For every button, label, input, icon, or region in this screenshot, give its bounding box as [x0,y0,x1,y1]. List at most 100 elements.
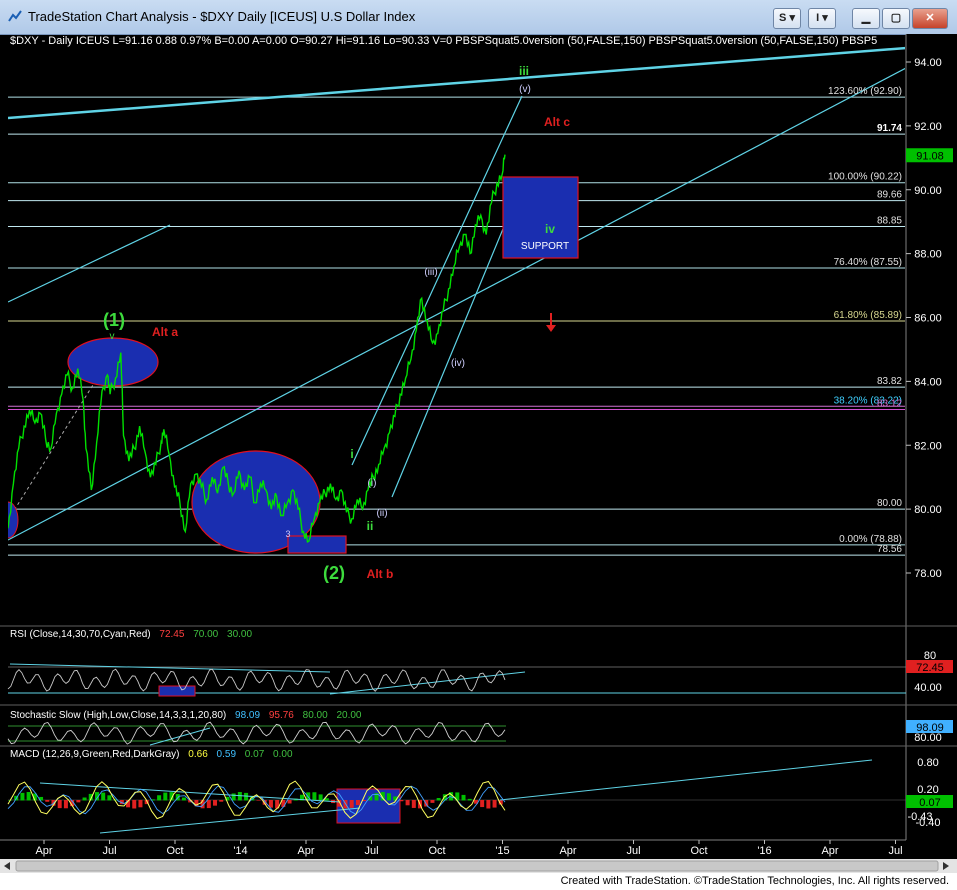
fib-label-1: 100.00% (90.22) [828,172,902,183]
time-tick-10: Oct [690,845,707,857]
time-tick-3: '14 [233,845,247,857]
price-tick-4: 86.00 [914,313,942,325]
macd-histogram-bar [492,800,497,808]
price-tick-2: 90.00 [914,185,942,197]
wave-label-ii: ii [367,519,374,533]
macd-histogram-bar [163,792,168,801]
wave-label-iii: iii [519,64,529,78]
macd-histogram-bar [386,793,391,801]
time-tick-8: Apr [559,845,576,857]
macd-histogram-bar [107,795,112,801]
macd-histogram-bar [181,797,186,801]
macd-histogram-bar [411,800,416,808]
time-tick-11: '16 [757,845,771,857]
macd-histogram-bar [256,800,261,801]
down-arrow-icon [546,313,556,332]
macd-legend-v1: 0.66 [188,749,208,760]
price-tick-5: 84.00 [914,376,942,388]
wave-label-2: (2) [323,563,345,583]
alt-a-label: Alt a [152,325,178,339]
support-label: SUPPORT [521,241,569,252]
copyright-text: Created with TradeStation. ©TradeStation… [560,875,949,887]
macd-histogram-bar [206,800,211,809]
stoch-legend-v2: 95.76 [269,710,294,721]
rsi-last-value: 72.45 [916,662,944,674]
macd-histogram-bar [231,793,236,801]
stochastic-pane[interactable]: Stochastic Slow (High,Low,Close,14,3,3,1… [7,710,953,746]
rsi-pane[interactable]: RSI (Close,14,30,70,Cyan,Red) 72.45 70.0… [7,629,953,697]
price-level-label-4: 83.12 [877,398,902,409]
macd-histogram-bar [355,800,360,806]
time-tick-4: Apr [297,845,314,857]
price-level-label-5: 80.00 [877,498,902,509]
svg-text:RSI (Close,14,30,70,Cyan,Red): RSI (Close,14,30,70,Cyan,Red) 72.45 70.0… [10,629,252,640]
macd-histogram-bar [57,800,62,809]
stoch-legend-name: Stochastic Slow (High,Low,Close,14,3,3,1… [10,710,226,721]
rsi-legend-v3: 30.00 [227,629,252,640]
price-tick-8: 78.00 [914,568,942,580]
time-tick-7: '15 [495,845,509,857]
alt-c-label: Alt c [544,115,570,129]
footer: Created with TradeStation. ©TradeStation… [0,873,957,890]
price-pane[interactable] [0,46,906,556]
long-term-support-trendline[interactable] [8,67,906,541]
interval-link-label: I [816,12,820,24]
macd-histogram-bar [76,800,81,803]
price-tick-7: 80.00 [914,504,942,516]
wave-label-i-minor: (i) [368,478,377,489]
symbol-link-button[interactable]: S ▾ [773,8,801,29]
macd-histogram-bar [349,800,354,808]
macd-tick-neg040: -0.40 [915,817,940,829]
macd-histogram-bar [430,800,435,803]
price-tick-3: 88.00 [914,249,942,261]
interval-link-button[interactable]: I ▾ [808,8,836,29]
stoch-legend-v1: 98.09 [235,710,260,721]
macd-pane[interactable]: MACD (12,26,9,Green,Red,DarkGray) 0.66 0… [7,749,953,834]
macd-histogram-bar [405,800,410,806]
close-button[interactable]: ✕ [912,8,948,29]
price-level-label-2: 88.85 [877,215,902,226]
macd-histogram-bar [157,795,162,801]
rsi-line[interactable] [7,668,506,692]
macd-last-value: 0.07 [919,797,940,809]
symbol-info-line: $DXY - Daily ICEUS L=91.16 0.88 0.97% B=… [10,35,877,47]
macd-histogram-bar [213,800,218,806]
wave-label-i: i [350,447,353,461]
close-icon: ✕ [925,12,935,24]
stoch-tick-80: 80.00 [914,732,942,744]
long-term-upper-trendline[interactable] [8,46,906,120]
svg-text:Stochastic Slow (High,Low,Clos: Stochastic Slow (High,Low,Close,14,3,3,1… [10,710,362,721]
time-tick-13: Jul [888,845,902,857]
macd-histogram-bar [45,800,50,802]
scrollbar-thumb[interactable] [15,860,939,872]
window-title: TradeStation Chart Analysis - $DXY Daily… [28,9,416,24]
price-tick-6: 82.00 [914,440,942,452]
macd-histogram-bar [461,794,466,801]
macd-histogram-bar [237,792,242,801]
time-axis: Apr Jul Oct '14 Apr Jul Oct '15 Apr Jul Oct '16 Apr J… [35,840,903,857]
wave-label-iii-minor: (iii) [424,267,437,278]
chart-area[interactable]: $DXY - Daily ICEUS L=91.16 0.88 0.97% B=… [0,34,957,873]
macd-histogram-bar [480,800,485,808]
tradestation-app-icon [8,10,22,22]
early-channel-trendline[interactable] [8,224,171,303]
macd-histogram-bar [82,797,87,801]
macd-histogram-bar [287,800,292,804]
dropdown-arrow-icon: ▾ [789,12,795,24]
wave-2-low-box [287,535,347,554]
horizontal-scrollbar[interactable] [0,859,957,873]
time-tick-1: Jul [102,845,116,857]
macd-histogram-bar [63,800,68,809]
time-tick-2: Oct [166,845,183,857]
maximize-icon: ▢ [890,12,902,24]
macd-histogram-bar [318,794,323,801]
macd-legend-v2: 0.59 [217,749,237,760]
svg-text:MACD (12,26,9,Green,Red,DarkGr: MACD (12,26,9,Green,Red,DarkGray) 0.66 0… [10,749,293,760]
price-tick-0: 94.00 [914,57,942,69]
minimize-button[interactable]: ▁ [852,8,880,29]
macd-histogram-bar [132,800,137,809]
time-tick-9: Jul [626,845,640,857]
macd-legend-v3: 0.07 [245,749,265,760]
maximize-button[interactable]: ▢ [882,8,910,29]
rsi-tick-80: 80 [924,650,936,662]
